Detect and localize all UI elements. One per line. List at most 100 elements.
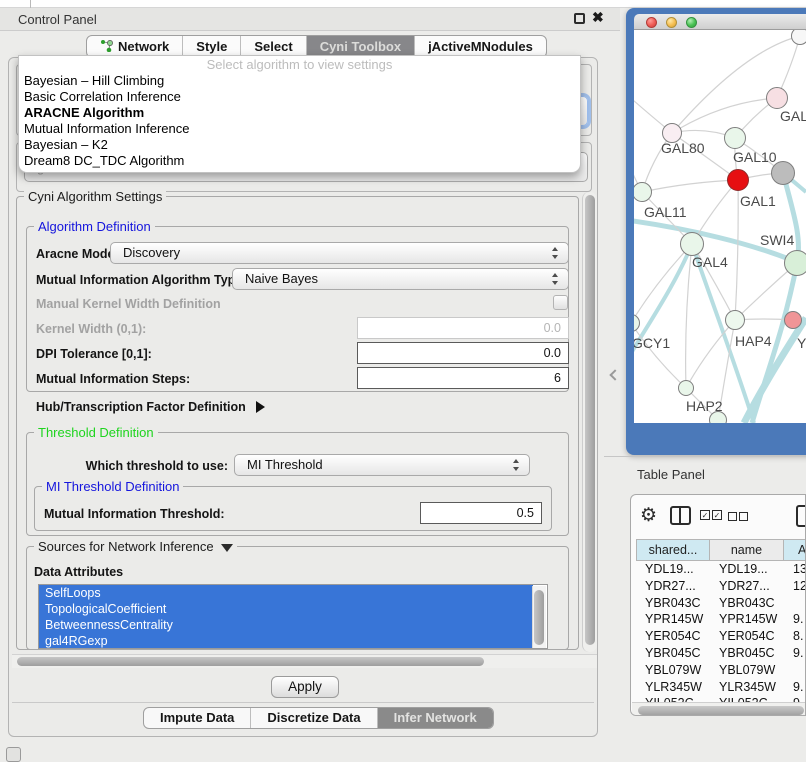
attributes-scrollbar-thumb[interactable] — [534, 590, 544, 645]
attribute-item-selected[interactable]: BetweennessCentrality — [39, 617, 533, 633]
cell-name[interactable]: YDL19... — [710, 561, 784, 578]
aracne-mode-combobox[interactable]: Discovery — [110, 242, 569, 264]
column-header-name[interactable]: name — [710, 539, 784, 561]
column-header-partial[interactable]: A — [784, 539, 806, 561]
table-row[interactable]: YPR145WYPR145W9. — [636, 611, 806, 628]
network-node-gal10[interactable] — [724, 127, 746, 149]
table-row[interactable]: YBR045CYBR045C9. — [636, 645, 806, 662]
tab-impute-data[interactable]: Impute Data — [144, 708, 251, 728]
node-label-gal11: GAL11 — [644, 204, 687, 220]
cell-name[interactable]: YER054C — [710, 628, 784, 645]
cell-shared-name[interactable]: YER054C — [636, 628, 710, 645]
network-node-hap2[interactable] — [678, 380, 694, 396]
float-panel-icon[interactable] — [574, 13, 585, 24]
hub-definition-label: Hub/Transcription Factor Definition — [36, 400, 246, 414]
dropdown-item-selected[interactable]: ARACNE Algorithm — [19, 105, 580, 121]
table-row[interactable]: YDL19...YDL19...13 — [636, 561, 806, 578]
network-node-gal1[interactable] — [727, 169, 749, 191]
kernel-width-field[interactable]: 0.0 — [357, 317, 569, 339]
zoom-window-icon[interactable] — [686, 17, 697, 28]
cell-shared-name[interactable]: YPR145W — [636, 611, 710, 628]
tab-style[interactable]: Style — [183, 36, 241, 57]
tab-network[interactable]: Network — [87, 36, 183, 57]
dropdown-item[interactable]: Basic Correlation Inference — [19, 89, 580, 105]
cell-name[interactable]: YBL079W — [710, 662, 784, 679]
cell-value[interactable]: 13 — [784, 561, 806, 578]
tab-discretize-data[interactable]: Discretize Data — [251, 708, 377, 728]
table-row[interactable]: YER054CYER054C8. — [636, 628, 806, 645]
bottom-corner-icon[interactable] — [6, 747, 21, 762]
data-attributes-label: Data Attributes — [34, 565, 123, 579]
table-row[interactable]: YBR043CYBR043C — [636, 595, 806, 612]
network-node-hap4[interactable] — [725, 310, 745, 330]
network-node-swi4[interactable] — [784, 250, 806, 276]
dropdown-item[interactable]: Bayesian – Hill Climbing — [19, 73, 580, 89]
table-horizontal-scrollbar-thumb[interactable] — [638, 706, 804, 715]
mi-threshold-field[interactable]: 0.5 — [420, 502, 542, 524]
column-layout-icon[interactable] — [670, 506, 691, 525]
deselect-all-columns-icon[interactable] — [728, 512, 748, 521]
cell-shared-name[interactable]: YDR27... — [636, 578, 710, 595]
pane-resize-handle[interactable] — [609, 369, 620, 380]
attribute-item-selected[interactable]: TopologicalCoefficient — [39, 601, 533, 617]
cell-value[interactable]: 9. — [784, 645, 806, 662]
attribute-item-selected[interactable]: SelfLoops — [39, 585, 533, 601]
manual-kernel-width-checkbox[interactable] — [553, 295, 568, 310]
apply-button[interactable]: Apply — [271, 676, 339, 698]
attribute-item-selected[interactable]: gal4RGexp — [39, 633, 533, 649]
network-node-gal4[interactable] — [680, 232, 704, 256]
sources-legend[interactable]: Sources for Network Inference — [34, 539, 237, 554]
dropdown-item[interactable]: Bayesian – K2 — [19, 137, 580, 153]
table-row[interactable]: YLR345WYLR345W9. — [636, 679, 806, 696]
cell-value[interactable] — [784, 595, 806, 612]
gear-icon[interactable]: ⚙ — [640, 504, 657, 527]
column-header-shared-name[interactable]: shared... — [636, 539, 710, 561]
table-row[interactable]: YDR27...YDR27...12 — [636, 578, 806, 595]
hub-definition-toggle[interactable]: Hub/Transcription Factor Definition — [36, 400, 265, 414]
settings-horizontal-scrollbar[interactable] — [12, 654, 597, 668]
cell-name[interactable]: YBR045C — [710, 645, 784, 662]
cell-value[interactable]: 9. — [784, 611, 806, 628]
network-window-titlebar[interactable] — [634, 14, 806, 30]
close-panel-icon[interactable]: ✖ — [592, 9, 604, 26]
network-node[interactable] — [791, 30, 806, 45]
mi-algorithm-type-combobox[interactable]: Naive Bayes — [232, 268, 569, 290]
settings-vertical-scrollbar-thumb[interactable] — [585, 195, 595, 645]
node-label-hap4: HAP4 — [735, 333, 772, 349]
settings-vertical-scrollbar[interactable] — [582, 192, 597, 652]
cell-name[interactable]: YDR27... — [710, 578, 784, 595]
network-node-gal7[interactable] — [766, 87, 788, 109]
cell-value[interactable]: 12 — [784, 578, 806, 595]
cell-value[interactable] — [784, 662, 806, 679]
tab-cyni-toolbox[interactable]: Cyni Toolbox — [307, 36, 415, 57]
cell-name[interactable]: YPR145W — [710, 611, 784, 628]
table-row[interactable]: YBL079WYBL079W — [636, 662, 806, 679]
network-canvas[interactable]: GAL7 GAL80 GAL10 GAL1 GAL11 GAL4 SWI4 GC… — [634, 30, 806, 423]
export-table-icon[interactable] — [796, 505, 806, 527]
tab-select[interactable]: Select — [241, 36, 306, 57]
dropdown-item[interactable]: Mutual Information Inference — [19, 121, 580, 137]
mi-steps-field[interactable]: 6 — [357, 367, 569, 389]
cell-name[interactable]: YBR043C — [710, 595, 784, 612]
cell-shared-name[interactable]: YDL19... — [636, 561, 710, 578]
settings-horizontal-scrollbar-thumb[interactable] — [17, 657, 484, 666]
network-node-salmon[interactable] — [784, 311, 802, 329]
minimize-window-icon[interactable] — [666, 17, 677, 28]
attributes-scrollbar[interactable] — [532, 586, 546, 649]
cell-shared-name[interactable]: YLR345W — [636, 679, 710, 696]
dpi-tolerance-field[interactable]: 0.0 — [357, 342, 569, 364]
cell-value[interactable]: 8. — [784, 628, 806, 645]
dropdown-placeholder: Select algorithm to view settings — [19, 56, 580, 73]
select-all-columns-icon[interactable]: ✓✓ — [700, 510, 722, 520]
table-horizontal-scrollbar[interactable] — [632, 702, 806, 716]
close-window-icon[interactable] — [646, 17, 657, 28]
which-threshold-combobox[interactable]: MI Threshold — [234, 454, 530, 476]
tab-jactivemnodules[interactable]: jActiveMNodules — [415, 36, 546, 57]
cell-value[interactable]: 9. — [784, 679, 806, 696]
cell-shared-name[interactable]: YBR043C — [636, 595, 710, 612]
dropdown-item[interactable]: Dream8 DC_TDC Algorithm — [19, 153, 580, 169]
tab-infer-network[interactable]: Infer Network — [378, 708, 493, 728]
cell-shared-name[interactable]: YBL079W — [636, 662, 710, 679]
cell-name[interactable]: YLR345W — [710, 679, 784, 696]
cell-shared-name[interactable]: YBR045C — [636, 645, 710, 662]
